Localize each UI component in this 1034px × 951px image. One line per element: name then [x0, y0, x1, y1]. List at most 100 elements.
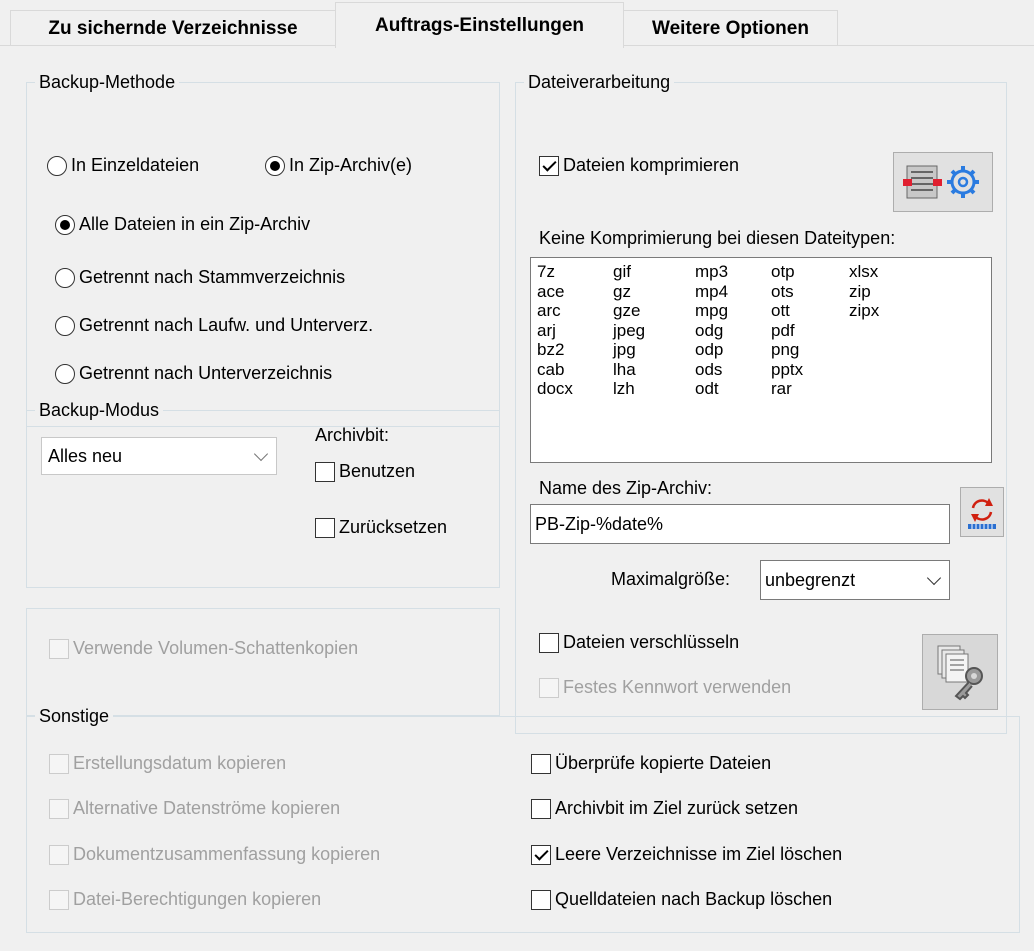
- radio-circle[interactable]: [55, 214, 75, 235]
- radio-by-subdir[interactable]: Getrennt nach Unterverzeichnis: [55, 363, 332, 384]
- filetype-column: xlsx zip zipx: [849, 262, 879, 321]
- filetype-item: rar: [771, 379, 792, 398]
- encrypt-checkbox[interactable]: Dateien verschlüsseln: [539, 632, 739, 653]
- filetype-item: ots: [771, 281, 794, 301]
- filetype-item: jpeg: [613, 320, 646, 340]
- tab-bar: Zu sichernde Verzeichnisse Auftrags-Eins…: [0, 0, 1034, 48]
- checkbox-box[interactable]: [315, 517, 335, 538]
- copy-permissions-checkbox[interactable]: Datei-Berechtigungen kopieren: [49, 889, 321, 910]
- compress-settings-button[interactable]: [893, 152, 993, 212]
- no-compress-filetypes-list[interactable]: 7z ace arc arj bz2 cab docx gif gz gze j…: [530, 257, 992, 463]
- filetype-item: pdf: [771, 320, 795, 340]
- radio-individual-files[interactable]: In Einzeldateien: [47, 155, 199, 176]
- checkbox-box[interactable]: [539, 155, 559, 176]
- filetype-item: zip: [849, 281, 871, 301]
- checkbox-box[interactable]: [49, 889, 69, 910]
- filetype-item: odt: [695, 379, 719, 398]
- refresh-name-button[interactable]: [960, 487, 1004, 537]
- fixed-password-checkbox[interactable]: Festes Kennwort verwenden: [539, 677, 791, 698]
- archivbit-label: Archivbit:: [315, 425, 390, 445]
- shadow-copy-checkbox[interactable]: Verwende Volumen-Schattenkopien: [49, 638, 358, 659]
- zip-name-input[interactable]: PB-Zip-%date%: [530, 504, 950, 544]
- file-processing-title: Dateiverarbeitung: [524, 71, 675, 93]
- radio-by-root-dir[interactable]: Getrennt nach Stammverzeichnis: [55, 267, 345, 288]
- archivbit-use-checkbox[interactable]: Benutzen: [315, 461, 415, 482]
- tab-more-options[interactable]: Weitere Optionen: [623, 10, 838, 46]
- checkbox-box[interactable]: [49, 798, 69, 819]
- filetype-column: 7z ace arc arj bz2 cab docx: [537, 262, 573, 399]
- refresh-name-icon: [968, 498, 996, 529]
- file-processing-group: Dateiverarbeitung Dateien komprimieren K…: [515, 71, 1007, 734]
- radio-zip-archive[interactable]: In Zip-Archiv(e): [265, 155, 412, 176]
- filetype-item: mp3: [695, 262, 729, 281]
- encryption-keys-icon: [937, 645, 983, 701]
- checkbox-box[interactable]: [539, 632, 559, 653]
- filetype-item: 7z: [537, 262, 555, 281]
- backup-method-title: Backup-Methode: [35, 71, 180, 93]
- copy-doc-summary-checkbox[interactable]: Dokumentzusammenfassung kopieren: [49, 844, 380, 865]
- checkbox-box[interactable]: [531, 844, 551, 865]
- filetype-column: otp ots ott pdf png pptx rar: [771, 262, 803, 399]
- radio-circle[interactable]: [47, 155, 67, 176]
- filetype-item: arc: [537, 301, 561, 320]
- reset-target-archivbit-checkbox[interactable]: Archivbit im Ziel zurück setzen: [531, 798, 798, 819]
- delete-source-files-checkbox[interactable]: Quelldateien nach Backup löschen: [531, 889, 832, 910]
- checkbox-box[interactable]: [531, 753, 551, 774]
- filetype-item: docx: [537, 379, 573, 398]
- max-size-select[interactable]: unbegrenzt: [760, 560, 950, 600]
- encryption-keys-button[interactable]: [922, 634, 998, 710]
- tab-job-settings[interactable]: Auftrags-Einstellungen: [335, 2, 624, 48]
- checkbox-box[interactable]: [315, 461, 335, 482]
- filetype-item: png: [771, 340, 800, 359]
- filetype-item: ods: [695, 359, 723, 379]
- tab-directories[interactable]: Zu sichernde Verzeichnisse: [10, 10, 336, 46]
- zip-name-label: Name des Zip-Archiv:: [539, 478, 713, 498]
- checkbox-box[interactable]: [539, 677, 559, 698]
- radio-by-drive-and-subdir[interactable]: Getrennt nach Laufw. und Unterverz.: [55, 315, 373, 336]
- radio-all-in-one-zip[interactable]: Alle Dateien in ein Zip-Archiv: [55, 214, 310, 235]
- filetype-item: xlsx: [849, 262, 879, 281]
- radio-circle[interactable]: [265, 155, 285, 176]
- delete-empty-dirs-checkbox[interactable]: Leere Verzeichnisse im Ziel löschen: [531, 844, 842, 865]
- radio-circle[interactable]: [55, 315, 75, 336]
- filetype-item: mpg: [695, 301, 729, 320]
- filetype-item: lha: [613, 359, 636, 379]
- filetype-item: arj: [537, 320, 556, 340]
- compress-settings-icon: [903, 165, 979, 199]
- verify-copied-checkbox[interactable]: Überprüfe kopierte Dateien: [531, 753, 771, 774]
- filetype-item: ott: [771, 301, 790, 320]
- filetype-item: zipx: [849, 301, 880, 320]
- chevron-down-icon: [253, 446, 269, 462]
- filetype-column: gif gz gze jpeg jpg lha lzh: [613, 262, 645, 399]
- checkbox-box[interactable]: [49, 753, 69, 774]
- copy-creation-date-checkbox[interactable]: Erstellungsdatum kopieren: [49, 753, 286, 774]
- shadow-copy-group: Verwende Volumen-Schattenkopien: [26, 608, 500, 716]
- no-compress-label: Keine Komprimierung bei diesen Dateitype…: [539, 228, 896, 248]
- compress-checkbox[interactable]: Dateien komprimieren: [539, 155, 739, 176]
- backup-mode-select[interactable]: Alles neu: [41, 437, 277, 475]
- chevron-down-icon: [926, 570, 942, 586]
- tab-page: Backup-Methode In Einzeldateien In Zip-A…: [0, 45, 1034, 951]
- filetype-item: otp: [771, 262, 795, 281]
- misc-group: Sonstige Erstellungsdatum kopieren Alter…: [26, 705, 1020, 933]
- filetype-item: lzh: [613, 379, 635, 398]
- filetype-item: cab: [537, 359, 565, 379]
- checkbox-box[interactable]: [531, 889, 551, 910]
- filetype-item: gze: [613, 301, 641, 320]
- filetype-item: gz: [613, 281, 631, 301]
- checkbox-box[interactable]: [49, 638, 69, 659]
- filetype-item: mp4: [695, 281, 729, 301]
- filetype-item: jpg: [613, 340, 636, 359]
- backup-mode-group: Backup-Modus Alles neu Archivbit: Benutz…: [26, 399, 500, 588]
- radio-circle[interactable]: [55, 267, 75, 288]
- filetype-item: odg: [695, 320, 724, 340]
- checkbox-box[interactable]: [531, 798, 551, 819]
- archivbit-reset-checkbox[interactable]: Zurücksetzen: [315, 517, 447, 538]
- checkbox-box[interactable]: [49, 844, 69, 865]
- filetype-item: bz2: [537, 340, 565, 359]
- radio-circle[interactable]: [55, 363, 75, 384]
- backup-method-group: Backup-Methode In Einzeldateien In Zip-A…: [26, 71, 500, 427]
- filetype-item: pptx: [771, 359, 804, 379]
- copy-alt-streams-checkbox[interactable]: Alternative Datenströme kopieren: [49, 798, 340, 819]
- filetype-item: gif: [613, 262, 631, 281]
